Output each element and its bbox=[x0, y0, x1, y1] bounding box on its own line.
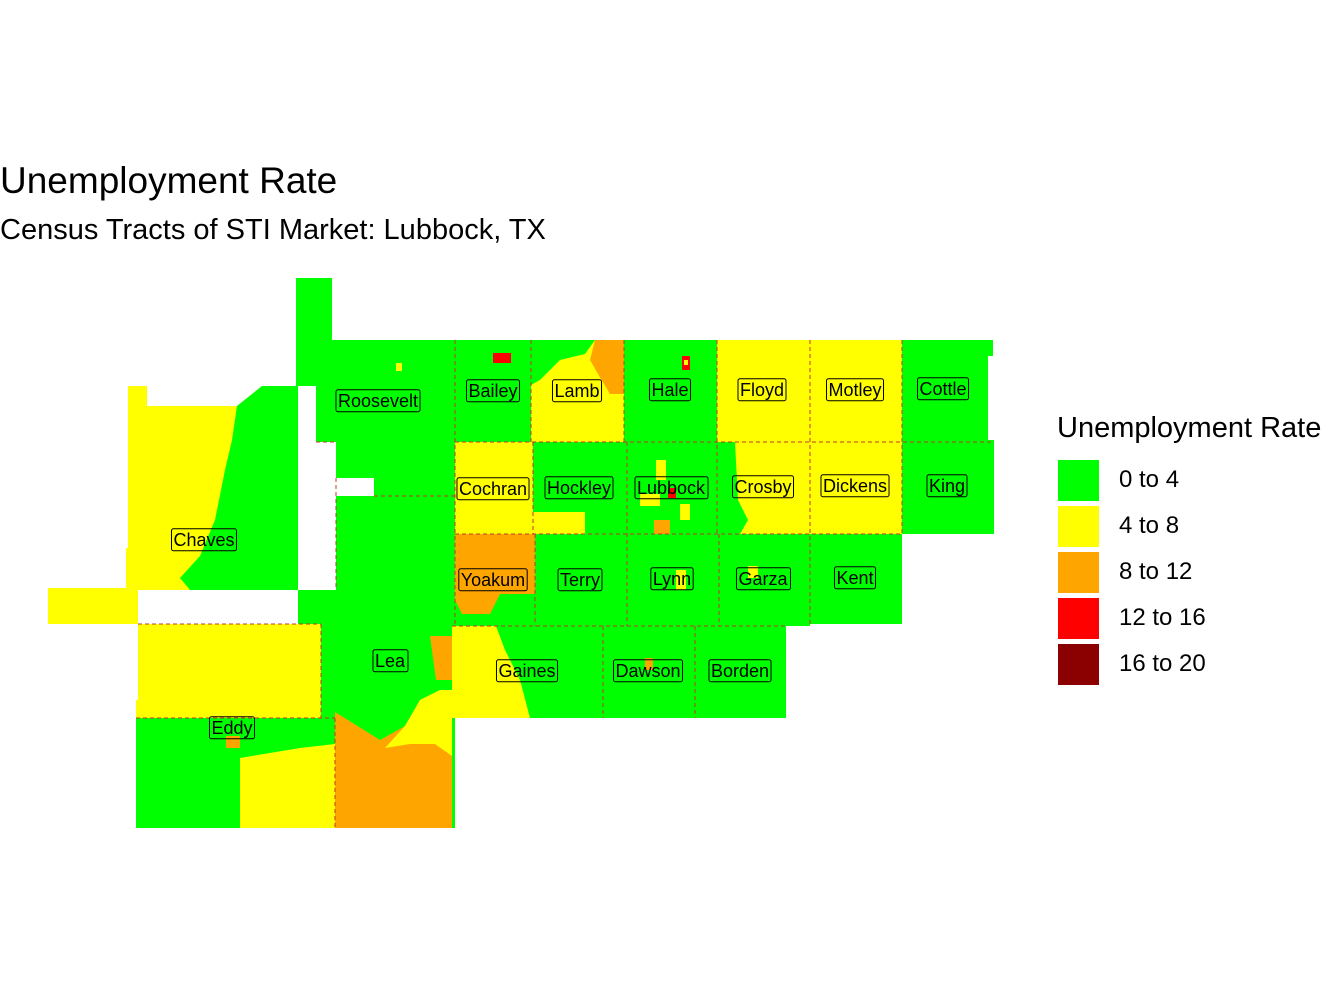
legend-swatch bbox=[1057, 596, 1100, 640]
tract-eddy-dot bbox=[226, 736, 240, 748]
county-label: Crosby bbox=[731, 475, 795, 499]
tract-roosevelt-dot bbox=[396, 363, 402, 371]
county-label: Eddy bbox=[208, 716, 256, 740]
county-label-text: Lamb bbox=[554, 381, 599, 401]
legend-label: 4 to 8 bbox=[1119, 512, 1180, 539]
county-label: Hockley bbox=[544, 476, 614, 500]
county-label-text: King bbox=[929, 476, 965, 496]
legend-swatch bbox=[1057, 504, 1100, 548]
county-label-text: Garza bbox=[738, 569, 788, 589]
county-label-text: Eddy bbox=[211, 718, 252, 738]
legend-label: 12 to 16 bbox=[1119, 604, 1206, 631]
county-label-text: Bailey bbox=[468, 381, 517, 401]
county-label: Chaves bbox=[170, 528, 238, 552]
legend-item: 4 to 8 bbox=[1057, 503, 1321, 549]
legend-item: 12 to 16 bbox=[1057, 595, 1321, 641]
legend-label: 0 to 4 bbox=[1119, 466, 1180, 493]
county-label: Hale bbox=[648, 378, 692, 402]
county-label: Cottle bbox=[916, 377, 970, 401]
county-label-text: Lea bbox=[375, 651, 406, 671]
county-label-text: Gaines bbox=[498, 661, 555, 681]
county-label: Terry bbox=[557, 568, 603, 592]
tract-hockley-yellow bbox=[533, 512, 585, 534]
county-label-text: Borden bbox=[711, 661, 769, 681]
legend-item: 16 to 20 bbox=[1057, 641, 1321, 687]
legend-swatch bbox=[1057, 642, 1100, 686]
county-label: Lamb bbox=[551, 379, 603, 403]
county-label-text: Floyd bbox=[740, 380, 784, 400]
county-label: Borden bbox=[708, 659, 772, 683]
county-label-text: Crosby bbox=[734, 477, 791, 497]
tract-hale-yellow bbox=[684, 360, 688, 365]
county-label-text: Lubbock bbox=[637, 478, 706, 498]
legend-item: 0 to 4 bbox=[1057, 457, 1321, 503]
legend-title: Unemployment Rate bbox=[1057, 412, 1322, 444]
legend-item: 8 to 12 bbox=[1057, 549, 1321, 595]
map-fills bbox=[48, 278, 994, 828]
county-label: Gaines bbox=[495, 659, 559, 683]
county-label: Yoakum bbox=[458, 568, 528, 592]
county-label: Bailey bbox=[465, 379, 521, 403]
county-label-text: Roosevelt bbox=[338, 391, 418, 411]
county-label: Lubbock bbox=[634, 476, 709, 500]
county-label: Garza bbox=[735, 567, 791, 591]
legend-label: 8 to 12 bbox=[1119, 558, 1193, 585]
county-roosevelt bbox=[296, 278, 455, 496]
county-label: Cochran bbox=[456, 477, 530, 501]
county-label-text: Kent bbox=[836, 568, 873, 588]
legend: Unemployment Rate 0 to 4 4 to 8 8 to 12 … bbox=[1057, 412, 1321, 687]
county-label: Lynn bbox=[650, 567, 694, 591]
county-label: Dawson bbox=[612, 659, 684, 683]
county-label: King bbox=[926, 474, 968, 498]
tract-lubbock-y3 bbox=[680, 504, 690, 520]
county-label-text: Terry bbox=[560, 570, 600, 590]
county-label-text: Cottle bbox=[919, 379, 966, 399]
county-label-text: Dawson bbox=[615, 661, 680, 681]
county-label: Dickens bbox=[820, 474, 890, 498]
legend-swatch bbox=[1057, 458, 1100, 502]
legend-swatch bbox=[1057, 550, 1100, 594]
county-label: Floyd bbox=[737, 378, 787, 402]
county-label: Kent bbox=[833, 566, 877, 590]
county-label: Lea bbox=[372, 649, 409, 673]
tract-eddy-se bbox=[240, 744, 335, 828]
county-label-text: Cochran bbox=[459, 479, 527, 499]
tract-lubbock-o1 bbox=[654, 520, 670, 534]
county-label-text: Dickens bbox=[823, 476, 887, 496]
tract-bailey-red bbox=[493, 353, 511, 363]
county-label: Roosevelt bbox=[335, 389, 421, 413]
county-label-text: Motley bbox=[828, 380, 881, 400]
county-label-text: Yoakum bbox=[461, 570, 525, 590]
county-label-text: Hale bbox=[651, 380, 688, 400]
county-label-text: Hockley bbox=[547, 478, 611, 498]
county-label-text: Lynn bbox=[653, 569, 691, 589]
county-label-text: Chaves bbox=[173, 530, 234, 550]
legend-label: 16 to 20 bbox=[1119, 650, 1206, 677]
county-label: Motley bbox=[825, 378, 885, 402]
